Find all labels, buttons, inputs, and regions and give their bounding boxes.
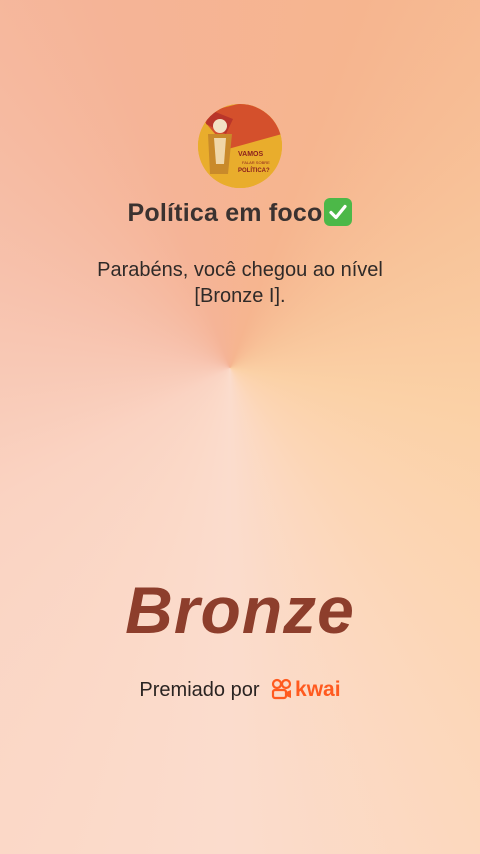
title-text: Política em foco <box>127 199 323 227</box>
level-message: Parabéns, você chegou ao nível [Bronze I… <box>97 259 383 307</box>
avatar-text-line-3: POLÍTICA? <box>238 166 270 174</box>
page-title: Política em foco <box>0 198 480 228</box>
avatar-image: VAMOS FALAR SOBRE POLÍTICA? <box>198 104 282 188</box>
avatar[interactable]: VAMOS FALAR SOBRE POLÍTICA? <box>198 104 282 188</box>
kwai-logo-icon <box>271 678 293 706</box>
kwai-brand[interactable]: kwai <box>295 678 341 701</box>
check-mark-button-icon <box>324 198 353 226</box>
awarded-by: Premiado por kwai <box>0 678 480 706</box>
avatar-text-line-2: FALAR SOBRE <box>242 160 270 165</box>
achievement-screen: { "profile": { "avatar_text": ["VAMOS", … <box>0 0 480 854</box>
avatar-text-line-1: VAMOS <box>238 151 263 158</box>
awarded-prefix: Premiado por <box>139 679 260 701</box>
level-badge-text: Bronze <box>125 573 355 647</box>
